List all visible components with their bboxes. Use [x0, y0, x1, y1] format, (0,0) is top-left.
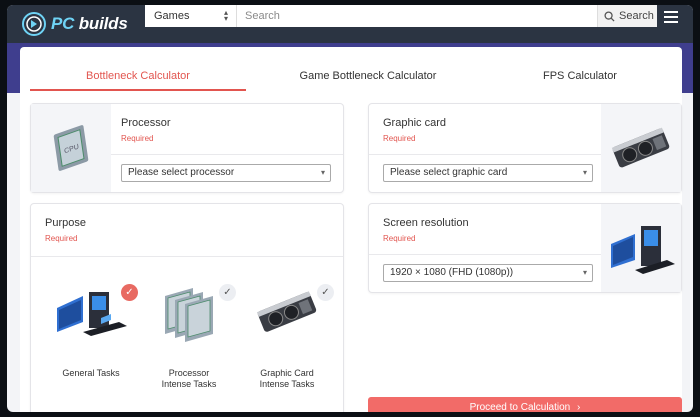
site-logo[interactable]: PC builds	[21, 9, 128, 39]
category-label: Games	[154, 10, 190, 22]
screen-resolution-title: Screen resolution	[383, 217, 469, 229]
search-button[interactable]: Search	[597, 5, 657, 27]
divider	[31, 256, 343, 257]
processor-image: CPU	[31, 104, 111, 192]
purpose-panel: Purpose Required General Tasks ✓ Process…	[30, 203, 344, 412]
logo-text: PC builds	[51, 14, 128, 33]
purpose-required: Required	[45, 234, 78, 243]
search-icon	[604, 10, 615, 22]
checkmark-icon: ✓	[317, 284, 334, 301]
screen-resolution-select-value: 1920 × 1080 (FHD (1080p))	[390, 267, 514, 278]
monitor-setup-icon	[611, 226, 675, 274]
screen-resolution-required: Required	[383, 234, 416, 243]
processor-intense-label-line1: Processor	[168, 368, 210, 378]
graphic-card-select[interactable]: Please select graphic card ▾	[383, 164, 593, 182]
screen-resolution-select[interactable]: 1920 × 1080 (FHD (1080p)) ▾	[383, 264, 593, 282]
graphic-card-select-value: Please select graphic card	[390, 167, 508, 178]
graphic-card-required: Required	[383, 134, 416, 143]
tab-game-bottleneck-calculator[interactable]: Game Bottleneck Calculator	[262, 61, 474, 91]
processor-panel: CPU Processor Required Please select pro…	[30, 103, 344, 193]
chevron-down-icon: ▾	[582, 168, 587, 177]
chevron-down-icon: ▾	[582, 268, 587, 277]
general-tasks-label: General Tasks	[62, 368, 120, 378]
graphic-card-intense-label-line1: Graphic Card	[260, 368, 314, 378]
category-select[interactable]: Games ▴ ▾	[145, 5, 237, 27]
proceed-button-label: Proceed to Calculation	[469, 402, 571, 412]
gpu-icon	[256, 291, 317, 332]
divider	[369, 154, 601, 155]
checkmark-icon: ✓	[219, 284, 236, 301]
processor-select-value: Please select processor	[128, 167, 235, 178]
processor-required: Required	[121, 134, 154, 143]
processor-title: Processor	[121, 117, 171, 129]
desktop-pc-icon	[57, 292, 127, 336]
graphic-card-panel: Graphic card Required Please select grap…	[368, 103, 682, 193]
divider	[369, 254, 601, 255]
search-button-label: Search	[619, 10, 654, 22]
chevron-down-icon: ▾	[320, 168, 325, 177]
select-caret-icon: ▴ ▾	[223, 8, 228, 23]
screen-resolution-image	[601, 204, 681, 292]
search-input[interactable]	[237, 5, 597, 27]
logo-icon	[22, 12, 46, 36]
cpu-icon: CPU	[53, 125, 89, 171]
checkmark-icon: ✓	[121, 284, 138, 301]
chevron-right-icon: ›	[577, 402, 581, 412]
app-frame: PC builds Games ▴▾ Search Bottleneck Cal…	[7, 5, 693, 412]
processor-select[interactable]: Please select processor ▾	[121, 164, 331, 182]
gpu-icon	[611, 127, 670, 168]
tab-fps-calculator[interactable]: FPS Calculator	[486, 61, 674, 91]
graphic-card-title: Graphic card	[383, 117, 446, 129]
tab-bar: Bottleneck Calculator Game Bottleneck Ca…	[30, 61, 674, 91]
search-bar: Games ▴ ▾ Search	[145, 5, 657, 27]
proceed-button[interactable]: Proceed to Calculation ›	[368, 397, 682, 412]
calculator-card: Bottleneck Calculator Game Bottleneck Ca…	[20, 47, 682, 412]
graphic-card-intense-label-line2: Intense Tasks	[259, 379, 315, 389]
processor-intense-label-line2: Intense Tasks	[161, 379, 217, 389]
cpu-stack-icon	[165, 288, 213, 342]
graphic-card-image	[601, 104, 681, 192]
tab-bottleneck-calculator[interactable]: Bottleneck Calculator	[30, 61, 246, 91]
screen-resolution-panel: Screen resolution Required 1920 × 1080 (…	[368, 203, 682, 293]
top-navbar: PC builds Games ▴ ▾ Search	[7, 5, 693, 43]
menu-icon[interactable]	[664, 11, 678, 23]
purpose-title: Purpose	[45, 217, 86, 229]
divider	[111, 154, 343, 155]
